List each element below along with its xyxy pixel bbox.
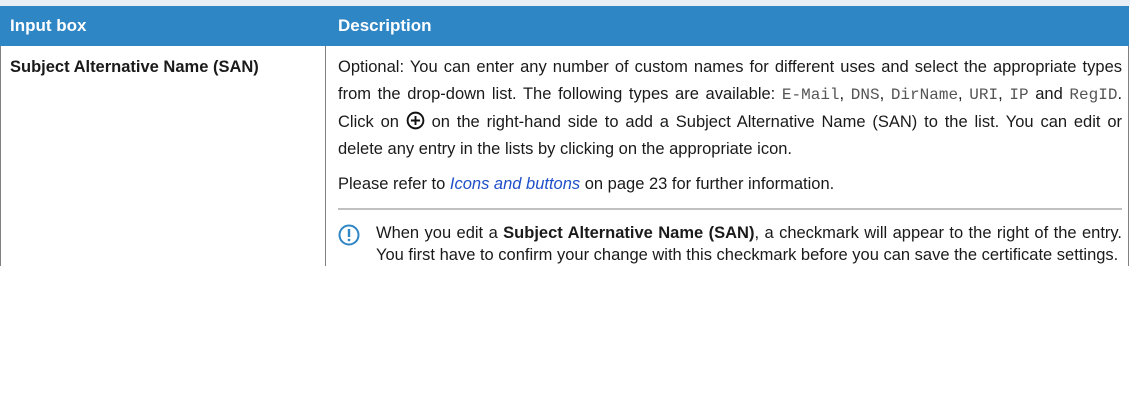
- note-box: When you edit a Subject Alternative Name…: [338, 208, 1122, 266]
- header-description: Description: [325, 6, 1129, 46]
- text: ,: [998, 85, 1010, 103]
- text: and: [1028, 85, 1070, 103]
- text: ,: [879, 85, 891, 103]
- text: ,: [958, 85, 970, 103]
- text: on page 23 for further information.: [580, 175, 835, 193]
- document-page: Input box Description Subject Alternativ…: [0, 0, 1130, 396]
- field-name: Subject Alternative Name (SAN): [10, 58, 259, 76]
- description-paragraph: Optional: You can enter any number of cu…: [338, 54, 1122, 163]
- field-name-cell: Subject Alternative Name (SAN): [0, 45, 326, 266]
- type-email: E-Mail: [781, 86, 840, 104]
- note-text: When you edit a Subject Alternative Name…: [376, 222, 1122, 266]
- description-cell: Optional: You can enter any number of cu…: [325, 45, 1129, 266]
- icons-and-buttons-link[interactable]: Icons and buttons: [450, 175, 580, 193]
- text: Please refer to: [338, 175, 450, 193]
- type-dirname: DirName: [890, 86, 959, 104]
- exclamation-circle-icon: [338, 224, 360, 246]
- type-ip: IP: [1009, 86, 1029, 104]
- reference-paragraph: Please refer to Icons and buttons on pag…: [338, 171, 1122, 198]
- plus-circle-icon: [406, 111, 425, 130]
- table-row: Subject Alternative Name (SAN) Optional:…: [0, 45, 1129, 266]
- type-regid: RegID: [1069, 86, 1118, 104]
- text: on the right-hand side to add a Subject …: [338, 113, 1122, 158]
- type-dns: DNS: [850, 86, 880, 104]
- type-uri: URI: [969, 86, 999, 104]
- header-input-box: Input box: [0, 6, 326, 46]
- note-bold: Subject Alternative Name (SAN): [503, 224, 755, 242]
- text: ,: [839, 85, 851, 103]
- text: When you edit a: [376, 224, 504, 242]
- table-header-row: Input box Description: [0, 6, 1129, 46]
- input-box-table: Input box Description Subject Alternativ…: [0, 6, 1129, 266]
